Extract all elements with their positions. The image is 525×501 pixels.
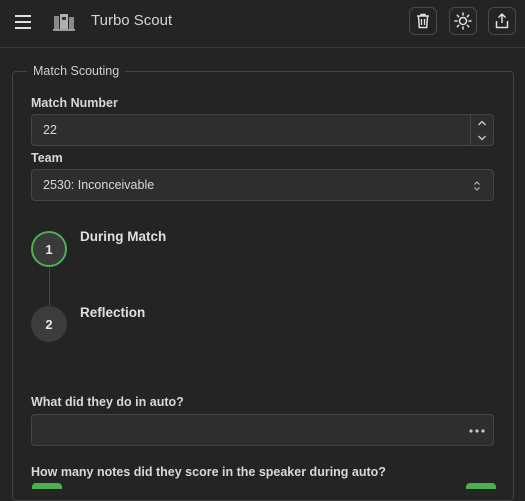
speaker-increment-button[interactable]: [466, 483, 496, 489]
step-2-indicator[interactable]: 2: [31, 306, 67, 342]
step-connector: [49, 268, 50, 306]
speaker-decrement-button[interactable]: [32, 483, 62, 489]
sun-icon: [454, 12, 472, 30]
step-1-indicator[interactable]: 1: [31, 231, 67, 267]
top-app-bar: Turbo Scout: [0, 0, 525, 48]
increment-button[interactable]: [474, 116, 490, 130]
share-icon: [495, 13, 509, 29]
fieldset-legend: Match Scouting: [27, 64, 126, 78]
auto-question-label: What did they do in auto?: [31, 395, 184, 409]
speaker-question-label: How many notes did they score in the spe…: [31, 465, 386, 479]
step-1-label[interactable]: During Match: [80, 229, 166, 244]
team-selected-value: 2530: Inconceivable: [43, 178, 155, 192]
more-options-icon[interactable]: [469, 429, 485, 433]
match-number-value: 22: [43, 123, 57, 137]
decrement-button[interactable]: [474, 131, 490, 145]
step-2-label[interactable]: Reflection: [80, 305, 145, 320]
team-label: Team: [31, 151, 63, 165]
select-arrows-icon: [474, 181, 480, 191]
trash-icon: [417, 13, 429, 29]
match-number-input[interactable]: 22: [31, 114, 494, 146]
hamburger-menu-icon[interactable]: [12, 11, 34, 33]
delete-button[interactable]: [409, 7, 437, 35]
share-button[interactable]: [488, 7, 516, 35]
stepper-divider: [470, 114, 471, 146]
match-number-label: Match Number: [31, 96, 118, 110]
robot-logo-icon: [53, 14, 75, 31]
app-title: Turbo Scout: [91, 12, 173, 29]
theme-toggle-button[interactable]: [449, 7, 477, 35]
chevron-up-icon: [478, 120, 486, 126]
team-select[interactable]: 2530: Inconceivable: [31, 169, 494, 201]
chevron-down-icon: [478, 135, 486, 141]
auto-notes-textarea[interactable]: [31, 414, 494, 446]
